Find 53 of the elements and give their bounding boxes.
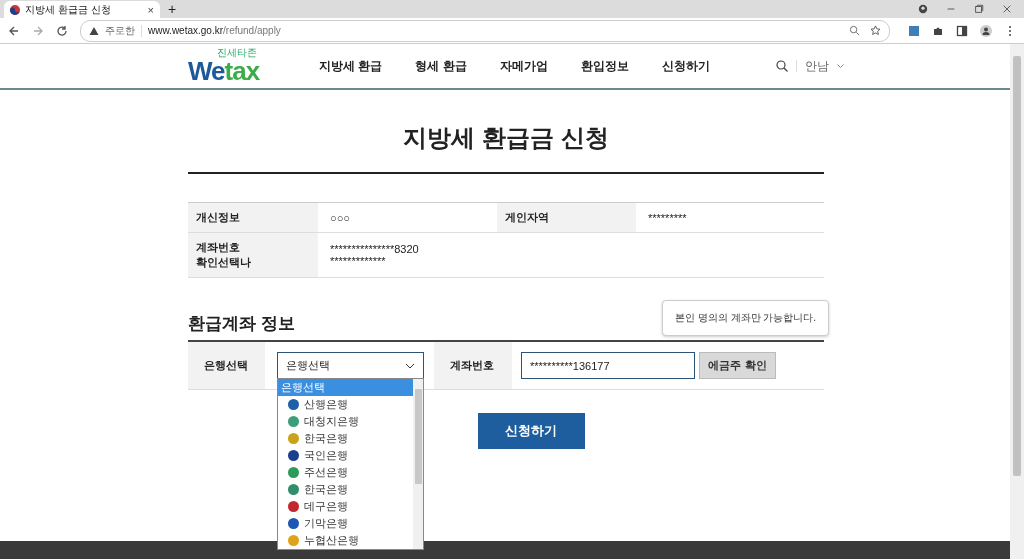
search-icon[interactable] [775, 60, 788, 72]
chevron-down-icon [405, 362, 415, 369]
star-icon[interactable] [870, 25, 881, 36]
bank-select[interactable]: 은행선택 [277, 352, 424, 379]
scrollbar[interactable] [413, 379, 423, 549]
field-value: ***************8320 [330, 243, 419, 255]
dropdown-option[interactable]: 국인은행 [278, 447, 413, 464]
new-tab-button[interactable]: + [168, 1, 177, 18]
language-selector[interactable]: 안남 [804, 57, 829, 75]
submit-button[interactable]: 신청하기 [477, 413, 585, 449]
zoom-icon[interactable] [849, 25, 860, 36]
field-label: 개신정보 [188, 203, 318, 232]
flag-icon [10, 4, 20, 15]
verify-button[interactable]: 에금주 확인 [699, 352, 776, 379]
reload-icon[interactable] [56, 24, 68, 37]
side-panel-icon[interactable] [956, 24, 968, 37]
field-label: 게인자역 [497, 203, 636, 232]
back-icon[interactable] [8, 24, 20, 37]
scrollbar[interactable] [1010, 44, 1024, 559]
field-value: ○○○ [329, 210, 351, 226]
address-bar[interactable]: 주로한 www.wetax.go.kr/refund/apply [80, 19, 890, 42]
nav-link[interactable]: 형세 환급 [415, 57, 467, 75]
browser-tab[interactable]: 지방세 환급금 신청 × [4, 1, 160, 18]
nav-link[interactable]: 지방세 환급 [319, 57, 383, 75]
restore-icon[interactable] [974, 4, 984, 14]
logo[interactable]: 진세타존 Wetax [188, 48, 260, 84]
tooltip: 본인 명의의 계좌만 가능합니다. [662, 300, 830, 336]
dropdown-option[interactable]: 한국은행 [278, 481, 413, 498]
close-icon[interactable] [1002, 4, 1012, 14]
dropdown-option[interactable]: 주선은행 [278, 464, 413, 481]
nav-link[interactable]: 신청하기 [661, 57, 710, 75]
dropdown-option[interactable]: 한국은행 [278, 430, 413, 447]
field-value: ********* [647, 210, 688, 226]
page-title: 지방세 환급금 신청 [188, 90, 824, 174]
field-label: 확인선택나 [196, 255, 251, 270]
dropdown-option[interactable]: 누협산은행 [278, 532, 413, 549]
field-label: 계좌번호 [434, 342, 512, 389]
warning-icon [89, 25, 99, 36]
profile-icon[interactable] [918, 4, 928, 14]
close-tab-button[interactable]: × [147, 3, 154, 16]
dropdown-option[interactable]: 기막은행 [278, 515, 413, 532]
account-field[interactable]: **********136177 [521, 352, 695, 379]
field-label: 은행선택 [188, 342, 265, 389]
field-label: 계좌번호 [196, 240, 240, 255]
extension-badge-icon[interactable] [908, 24, 920, 37]
nav-link[interactable]: 자메가업 [499, 57, 548, 75]
dropdown-option[interactable]: 산행은행 [278, 396, 413, 413]
avatar-icon[interactable] [980, 24, 992, 37]
field-value: ************* [330, 255, 386, 267]
nav-link[interactable]: 환입정보 [580, 57, 629, 75]
dropdown-option[interactable]: 데구은행 [278, 498, 413, 515]
chevron-down-icon[interactable] [836, 64, 844, 68]
dropdown-option[interactable]: 대청지은행 [278, 413, 413, 430]
